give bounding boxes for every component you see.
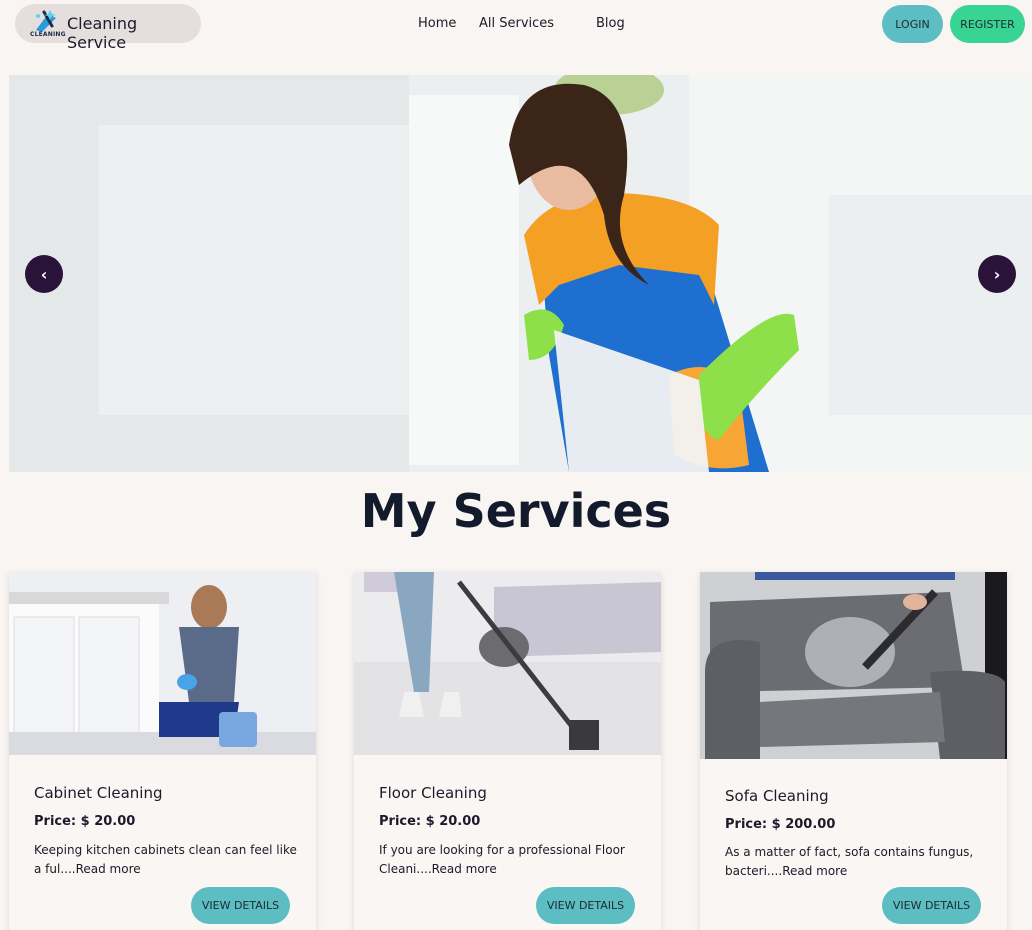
read-more-link[interactable]: Read more: [76, 862, 141, 876]
view-details-button[interactable]: VIEW DETAILS: [536, 887, 635, 924]
service-card: Cabinet Cleaning Price: $ 20.00 Keeping …: [9, 572, 316, 930]
read-more-link[interactable]: Read more: [782, 864, 847, 878]
service-card-title: Sofa Cleaning: [725, 787, 829, 805]
nav-link-all-services[interactable]: All Services: [479, 16, 554, 31]
service-card-title: Floor Cleaning: [379, 784, 487, 802]
carousel-prev-button[interactable]: ‹: [25, 255, 63, 293]
service-card-price: Price: $ 20.00: [34, 814, 136, 829]
login-button[interactable]: LOGIN: [882, 5, 943, 43]
navbar: CLEANING Cleaning Service Home All Servi…: [0, 0, 1032, 52]
nav-link-home[interactable]: Home: [418, 16, 456, 31]
service-card-description: As a matter of fact, sofa contains fungu…: [725, 843, 990, 881]
service-card-description: If you are looking for a professional Fl…: [379, 841, 644, 879]
hero-carousel: ‹ ›: [9, 75, 1032, 472]
read-more-link[interactable]: Read more: [432, 862, 497, 876]
service-card-desc-text: As a matter of fact, sofa contains fungu…: [725, 845, 974, 878]
service-card: Sofa Cleaning Price: $ 200.00 As a matte…: [700, 572, 1007, 930]
sofa-cleaning-image: [700, 572, 1007, 759]
brand-name: Cleaning Service: [67, 14, 138, 52]
logo-text: CLEANING: [30, 31, 66, 38]
service-card-title: Cabinet Cleaning: [34, 784, 163, 802]
brand-home-link[interactable]: CLEANING Cleaning Service: [15, 4, 201, 52]
hero-image-cleaning-woman: [9, 75, 1032, 472]
cabinet-cleaning-image: [9, 572, 316, 755]
service-card-price: Price: $ 20.00: [379, 814, 481, 829]
view-details-button[interactable]: VIEW DETAILS: [191, 887, 290, 924]
service-card: Floor Cleaning Price: $ 20.00 If you are…: [354, 572, 661, 930]
service-card-price: Price: $ 200.00: [725, 817, 836, 832]
floor-cleaning-image: [354, 572, 661, 755]
service-card-desc-text: If you are looking for a professional Fl…: [379, 843, 625, 876]
services-section-title: My Services: [360, 484, 672, 538]
view-details-button[interactable]: VIEW DETAILS: [882, 887, 981, 924]
service-card-desc-text: Keeping kitchen cabinets clean can feel …: [34, 843, 297, 876]
carousel-next-button[interactable]: ›: [978, 255, 1016, 293]
nav-link-blog[interactable]: Blog: [596, 16, 625, 31]
service-card-description: Keeping kitchen cabinets clean can feel …: [34, 841, 299, 879]
register-button[interactable]: REGISTER: [950, 5, 1025, 43]
